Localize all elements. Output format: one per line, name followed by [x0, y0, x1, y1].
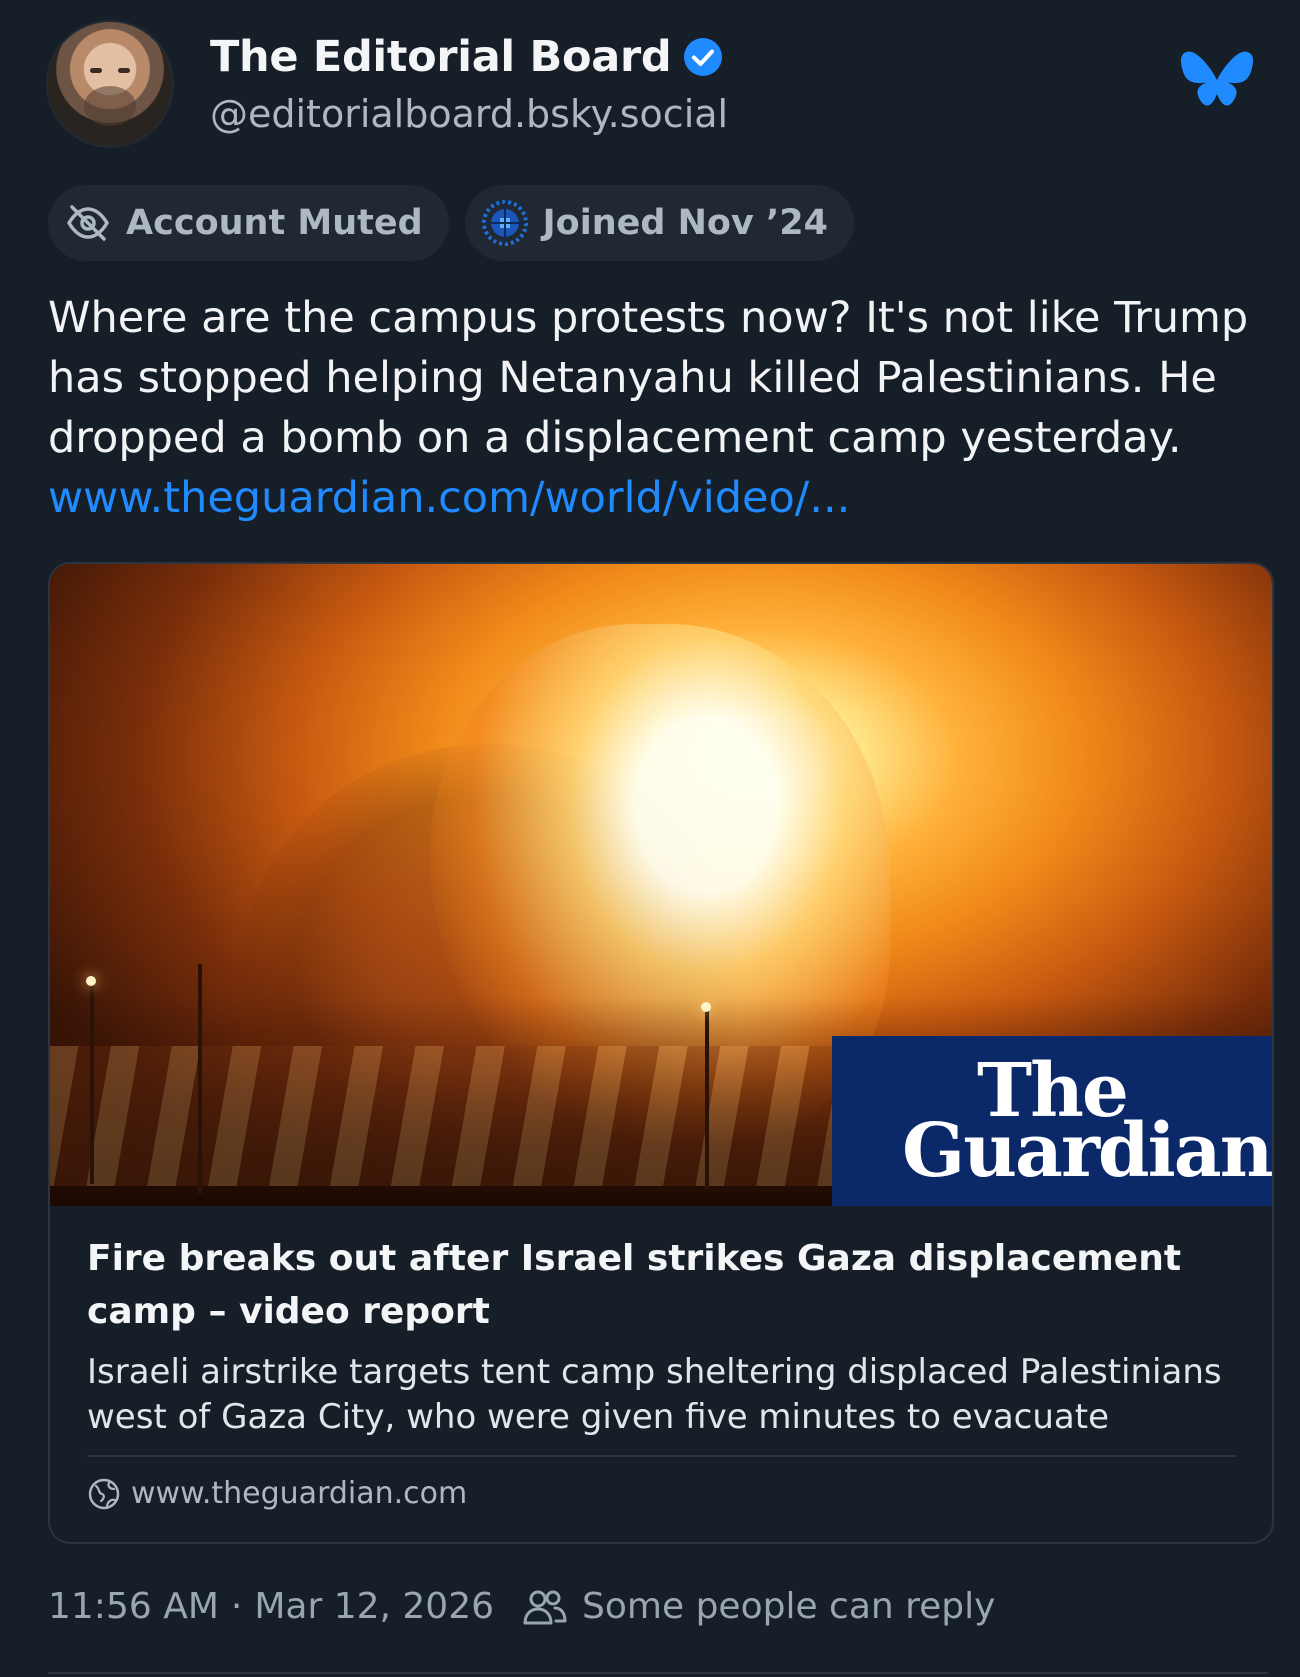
card-title[interactable]: Fire breaks out after Israel strikes Gaz… — [87, 1232, 1237, 1338]
reply-setting[interactable]: Some people can reply — [522, 1586, 995, 1627]
guardian-logo: The Guardian — [832, 1036, 1272, 1206]
card-divider — [87, 1455, 1237, 1457]
post-link[interactable]: www.theguardian.com/world/video/... — [48, 468, 1258, 528]
name-row: The Editorial Board — [210, 32, 723, 82]
card-body: Fire breaks out after Israel strikes Gaz… — [87, 1232, 1237, 1440]
globe-icon — [88, 1478, 120, 1509]
account-muted-badge[interactable]: Account Muted — [48, 185, 449, 261]
account-muted-label: Account Muted — [126, 203, 423, 243]
card-domain-label: www.theguardian.com — [131, 1476, 468, 1511]
card-description: Israeli airstrike targets tent camp shel… — [87, 1352, 1222, 1437]
post-date[interactable]: Mar 12, 2026 — [254, 1586, 494, 1627]
post-meta: 11:56 AM · Mar 12, 2026 Some people can … — [48, 1586, 995, 1627]
bluesky-butterfly-icon[interactable] — [1180, 50, 1254, 114]
card-domain: www.theguardian.com — [87, 1476, 467, 1511]
link-preview-card[interactable]: The Guardian Fire breaks out after Israe… — [48, 562, 1274, 1544]
people-icon — [523, 1590, 567, 1624]
eye-slash-icon — [66, 205, 110, 241]
display-name[interactable]: The Editorial Board — [210, 32, 672, 82]
post-time[interactable]: 11:56 AM — [48, 1586, 219, 1627]
post-body: Where are the campus protests now? It's … — [48, 288, 1258, 528]
thumbnail-pole — [705, 1009, 709, 1189]
thumbnail-lamp — [86, 976, 96, 986]
post-text: Where are the campus protests now? It's … — [48, 293, 1249, 463]
bottom-divider — [48, 1672, 1268, 1674]
joined-label: Joined Nov ’24 — [542, 203, 828, 243]
post-header: The Editorial Board @editorialboard.bsky… — [48, 22, 1268, 150]
thumbnail-lamp — [701, 1002, 711, 1012]
thumbnail-pole — [198, 964, 202, 1194]
starter-badge-icon — [481, 200, 528, 246]
avatar[interactable] — [48, 22, 172, 146]
verified-check-icon[interactable] — [683, 37, 723, 77]
avatar-beard — [84, 86, 136, 126]
joined-badge[interactable]: Joined Nov ’24 — [464, 185, 854, 261]
thumbnail-pole — [90, 984, 94, 1184]
handle[interactable]: @editorialboard.bsky.social — [210, 92, 728, 136]
reply-setting-label: Some people can reply — [582, 1586, 996, 1627]
avatar-eye-right — [118, 68, 130, 73]
profile-badges: Account Muted Joined Nov ’24 — [48, 185, 854, 261]
link-thumbnail: The Guardian — [50, 564, 1272, 1206]
guardian-logo-text: The Guardian — [902, 1048, 1272, 1194]
avatar-eye-left — [90, 68, 102, 73]
meta-separator: · — [230, 1586, 243, 1627]
